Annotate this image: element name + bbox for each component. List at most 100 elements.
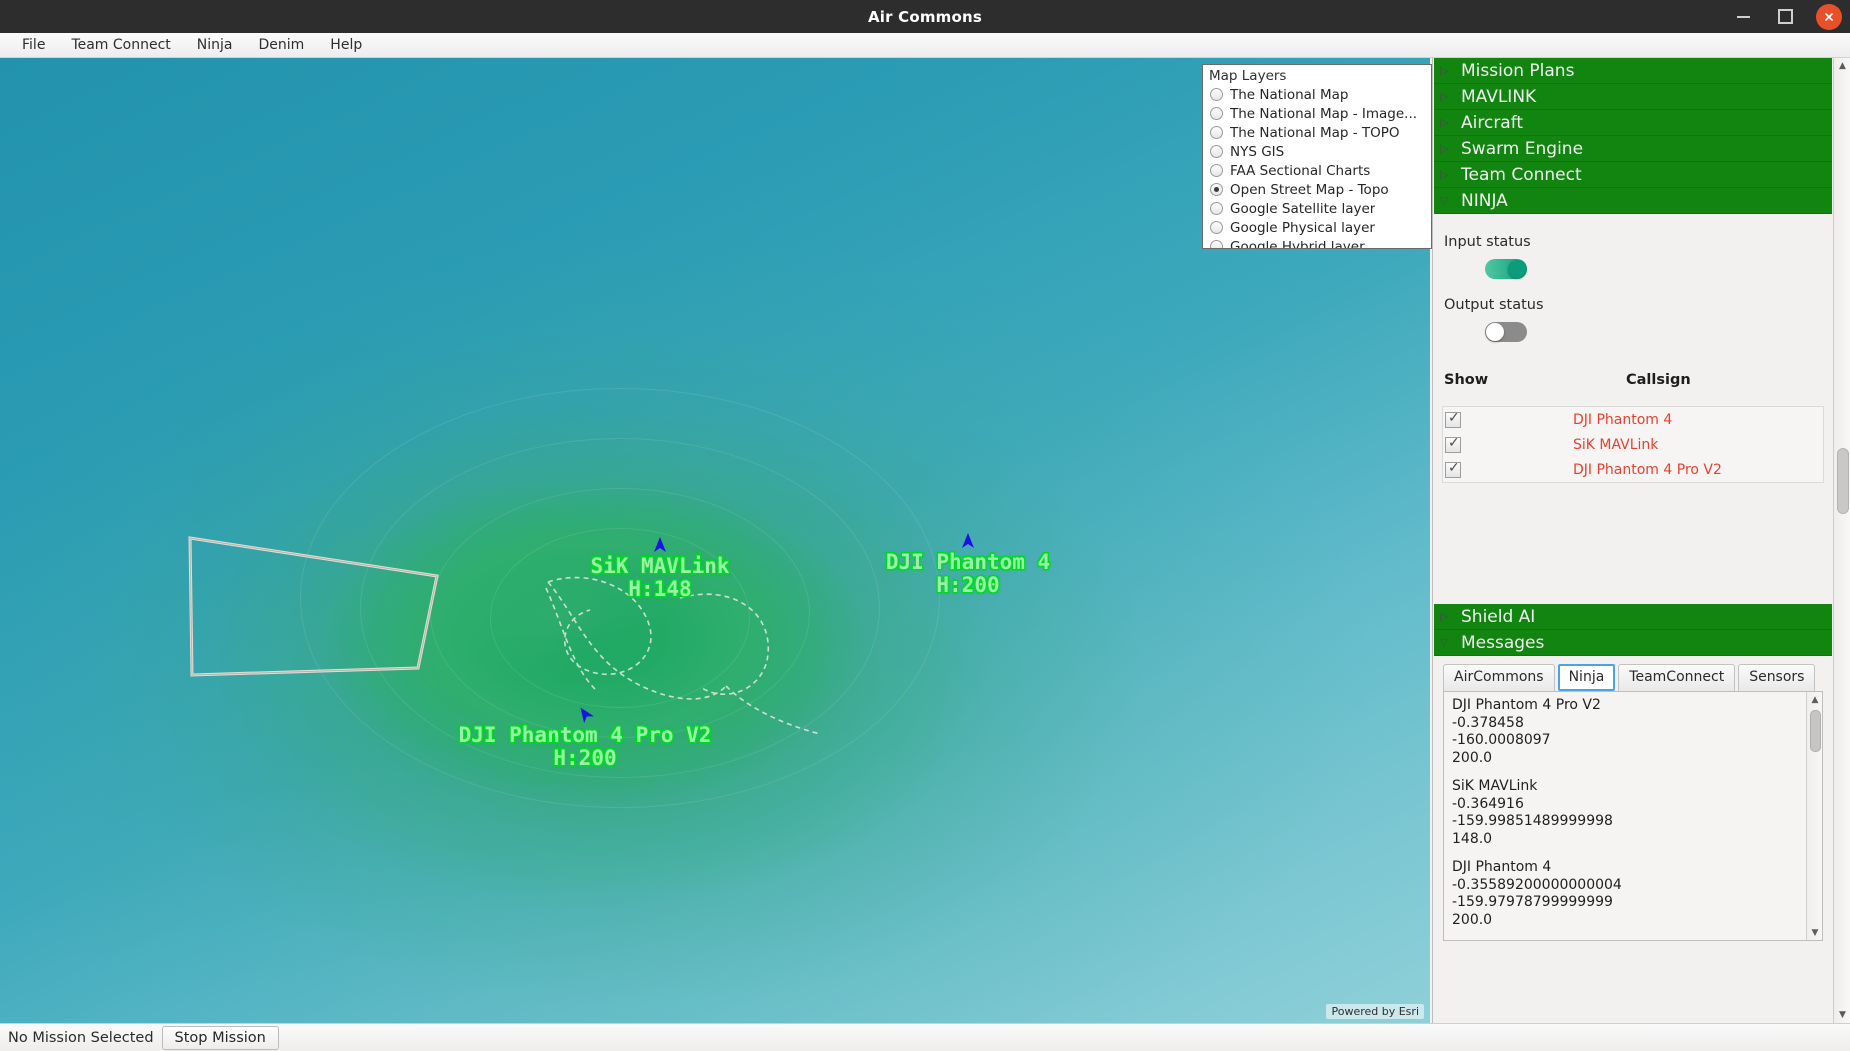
message-log-scrollbar[interactable]: ▲ ▼ [1806, 692, 1822, 940]
log-line: -159.99851489999998 [1452, 813, 1613, 829]
sidebar-section-aircraft[interactable]: ▷ Aircraft [1434, 110, 1832, 136]
menu-item-team-connect[interactable]: Team Connect [59, 34, 182, 56]
accordion-top: ▷ Mission Plans ▷ MAVLINK ▷ Aircraft ▷ S… [1434, 58, 1832, 214]
callsign-cell: DJI Phantom 4 [1573, 411, 1673, 428]
map-layer-option-the-national-map-topo[interactable]: The National Map - TOPO [1207, 123, 1427, 142]
log-line: DJI Phantom 4 Pro V2 [1452, 697, 1601, 713]
radio-icon[interactable] [1210, 240, 1223, 248]
map-layer-label: FAA Sectional Charts [1230, 162, 1371, 179]
menu-item-file[interactable]: File [10, 34, 57, 56]
map-layer-label: Google Hybrid layer [1230, 238, 1365, 249]
map-layer-label: Open Street Map - Topo [1230, 181, 1389, 198]
map-layer-option-google-satellite-layer[interactable]: Google Satellite layer [1207, 199, 1427, 218]
map-layer-option-faa-sectional-charts[interactable]: FAA Sectional Charts [1207, 161, 1427, 180]
sidebar-section-label: Aircraft [1461, 112, 1524, 133]
callsign-cell: SiK MAVLink [1573, 436, 1659, 453]
radio-icon[interactable] [1210, 202, 1223, 215]
log-line: SiK MAVLink [1452, 778, 1538, 794]
map-layer-label: The National Map [1230, 86, 1349, 103]
map-layer-label: Google Physical layer [1230, 219, 1375, 236]
menu-item-ninja[interactable]: Ninja [185, 34, 245, 56]
table-row[interactable]: DJI Phantom 4 Pro V2 [1443, 457, 1823, 482]
messages-tablist: AirCommons Ninja TeamConnect Sensors [1434, 658, 1832, 691]
input-status-toggle[interactable] [1485, 259, 1527, 279]
scrollbar-thumb[interactable] [1837, 448, 1849, 514]
right-sidebar: ▷ Mission Plans ▷ MAVLINK ▷ Aircraft ▷ S… [1432, 58, 1850, 1023]
tab-ninja[interactable]: Ninja [1557, 664, 1616, 691]
column-header-callsign: Callsign [1626, 372, 1691, 388]
maximize-icon[interactable] [1774, 6, 1796, 28]
sidebar-section-mavlink[interactable]: ▷ MAVLINK [1434, 84, 1832, 110]
map-layers-title: Map Layers [1209, 68, 1287, 84]
mission-status-text: No Mission Selected [8, 1029, 154, 1046]
close-icon[interactable] [1816, 3, 1842, 30]
sidebar-section-label: Shield AI [1461, 606, 1536, 627]
map-layer-label: NYS GIS [1230, 143, 1285, 160]
table-row[interactable]: SiK MAVLink [1443, 432, 1823, 457]
sidebar-section-mission-plans[interactable]: ▷ Mission Plans [1434, 58, 1832, 84]
sidebar-section-ninja[interactable]: ▽ NINJA [1434, 188, 1832, 214]
drone-altitude-label: H:148 [628, 576, 692, 601]
sidebar-section-messages[interactable]: ▽ Messages [1434, 630, 1832, 656]
map-layer-option-google-physical-layer[interactable]: Google Physical layer [1207, 218, 1427, 237]
sidebar-section-label: MAVLINK [1461, 86, 1537, 107]
table-row[interactable]: DJI Phantom 4 [1443, 407, 1823, 432]
sidebar-scrollbar[interactable]: ▲ ▼ [1833, 58, 1850, 1023]
scroll-up-icon[interactable]: ▲ [1807, 692, 1822, 707]
sidebar-section-swarm-engine[interactable]: ▷ Swarm Engine [1434, 136, 1832, 162]
messages-panel: AirCommons Ninja TeamConnect Sensors DJI… [1434, 658, 1832, 941]
output-status-toggle[interactable] [1485, 322, 1527, 342]
show-checkbox[interactable] [1445, 410, 1461, 428]
tab-teamconnect[interactable]: TeamConnect [1618, 664, 1736, 691]
log-line: -160.0008097 [1452, 732, 1551, 748]
menu-item-denim[interactable]: Denim [247, 34, 317, 56]
radio-icon[interactable] [1210, 107, 1223, 120]
application-window: Air Commons File Team Connect Ninja Deni… [0, 0, 1850, 1051]
log-spacer [1452, 848, 1822, 859]
show-checkbox[interactable] [1445, 460, 1461, 478]
log-line: 148.0 [1452, 830, 1493, 847]
toggle-knob [1508, 260, 1526, 278]
radio-icon[interactable] [1210, 145, 1223, 158]
map-layer-option-nys-gis[interactable]: NYS GIS [1207, 142, 1427, 161]
message-log[interactable]: DJI Phantom 4 Pro V2 -0.378458 -160.0008… [1443, 691, 1823, 941]
scroll-down-icon[interactable]: ▼ [1834, 1007, 1850, 1023]
radio-icon[interactable] [1210, 183, 1223, 196]
radio-icon[interactable] [1210, 164, 1223, 177]
tab-aircommons[interactable]: AirCommons [1443, 664, 1555, 691]
chevron-right-icon: ▷ [1440, 90, 1449, 103]
log-line: -0.378458 [1452, 714, 1524, 731]
sidebar-section-label: NINJA [1461, 190, 1508, 211]
drone-callsign-label: SiK MAVLink [590, 554, 730, 578]
map-layer-option-google-hybrid-layer[interactable]: Google Hybrid layer [1207, 237, 1427, 249]
menu-item-help[interactable]: Help [318, 34, 374, 56]
show-checkbox[interactable] [1445, 435, 1461, 453]
map-layer-option-open-street-map-topo[interactable]: Open Street Map - Topo [1207, 180, 1427, 199]
sidebar-section-team-connect[interactable]: ▷ Team Connect [1434, 162, 1832, 188]
radio-icon[interactable] [1210, 126, 1223, 139]
radio-icon[interactable] [1210, 221, 1223, 234]
window-controls [1732, 0, 1842, 33]
aircraft-triangle-icon [962, 533, 974, 548]
callsign-cell: DJI Phantom 4 Pro V2 [1573, 461, 1722, 478]
minimize-icon[interactable] [1732, 6, 1754, 28]
status-bar: No Mission Selected Stop Mission [0, 1023, 1850, 1051]
sidebar-section-label: Swarm Engine [1461, 138, 1584, 159]
stop-mission-button[interactable]: Stop Mission [161, 1025, 279, 1050]
scroll-down-icon[interactable]: ▼ [1807, 925, 1822, 940]
ninja-panel: Input status Output status Show Callsign… [1433, 228, 1833, 483]
tab-sensors[interactable]: Sensors [1738, 664, 1816, 691]
map-layer-option-the-national-map[interactable]: The National Map [1207, 85, 1427, 104]
radio-icon[interactable] [1210, 88, 1223, 101]
geofence-polygon[interactable] [170, 528, 490, 688]
scrollbar-thumb[interactable] [1810, 710, 1821, 752]
title-bar: Air Commons [0, 0, 1850, 33]
map-attribution: Powered by Esri [1326, 1004, 1424, 1019]
input-status-label: Input status [1444, 234, 1531, 250]
scroll-up-icon[interactable]: ▲ [1834, 58, 1850, 74]
column-header-show: Show [1444, 372, 1489, 388]
map-layers-panel[interactable]: Map Layers The National Map The National… [1202, 64, 1432, 249]
toggle-knob [1486, 323, 1504, 341]
map-layer-option-the-national-map-image[interactable]: The National Map - Image... [1207, 104, 1427, 123]
sidebar-section-shield-ai[interactable]: ▷ Shield AI [1434, 604, 1832, 630]
